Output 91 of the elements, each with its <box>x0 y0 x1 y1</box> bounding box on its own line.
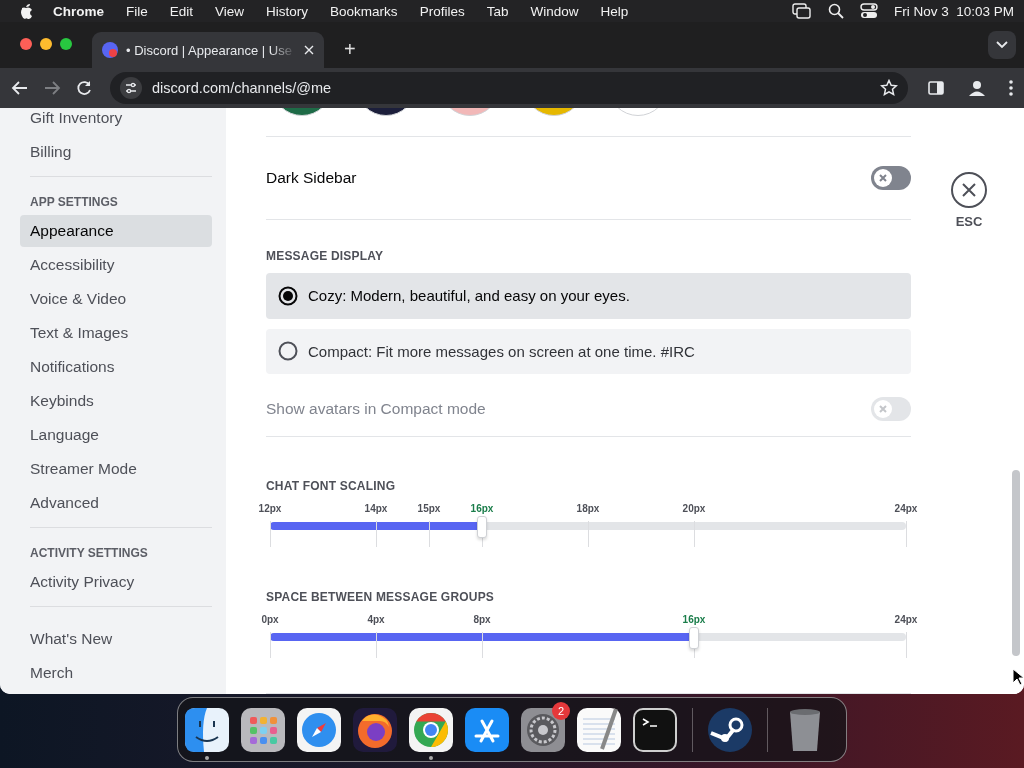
new-tab-button[interactable]: + <box>340 38 360 61</box>
terminal-icon[interactable] <box>632 706 678 753</box>
menu-item[interactable]: View <box>215 3 245 19</box>
menu-item[interactable]: History <box>266 3 309 19</box>
slider-handle[interactable] <box>689 626 699 649</box>
section-header: SPACE BETWEEN MESSAGE GROUPS <box>266 589 496 604</box>
star-icon[interactable] <box>880 79 898 97</box>
tick-label: 15px <box>417 502 441 514</box>
setting-label: Dark Sidebar <box>266 169 357 188</box>
sidebar-item[interactable]: Merch <box>20 657 212 689</box>
sidebar-item[interactable]: Accessibility <box>20 249 212 281</box>
zoom-button[interactable] <box>60 38 72 50</box>
site-settings-icon[interactable] <box>120 77 142 99</box>
slider-handle[interactable] <box>476 515 487 538</box>
sidebar-item[interactable]: Notifications <box>20 351 212 383</box>
tick-label: 14px <box>364 502 388 514</box>
notification-badge: 2 <box>552 701 570 720</box>
tick-label: 20px <box>682 502 706 514</box>
app-store-icon[interactable] <box>464 706 510 753</box>
section-header: APP SETTINGS <box>29 194 119 211</box>
tick-label: 16px <box>470 502 494 514</box>
slider-track[interactable] <box>270 521 906 530</box>
section-header: CHAT FONT SCALING <box>266 478 397 493</box>
tick-label: 24px <box>894 502 918 514</box>
sidebar-item[interactable]: Gift Inventory <box>20 108 212 134</box>
sidebar-item[interactable]: Voice & Video <box>20 283 212 315</box>
menu-item[interactable]: Bookmarks <box>330 3 398 19</box>
menu-item[interactable]: Edit <box>169 3 194 19</box>
sidebar-item[interactable]: Advanced <box>20 487 212 519</box>
section-header: MESSAGE DISPLAY <box>266 249 385 264</box>
compass-icon[interactable] <box>296 706 342 753</box>
close-icon[interactable] <box>304 45 314 55</box>
menu-clock[interactable]: Fri Nov 3 10:03 PM <box>893 3 1014 19</box>
radio-icon <box>278 341 298 362</box>
close-button[interactable] <box>951 172 987 208</box>
esc-label: ESC <box>955 214 983 229</box>
browser-tab[interactable]: • Discord | Appearance | Use <box>92 32 324 68</box>
menu-item[interactable]: Tab <box>486 3 509 19</box>
minimize-button[interactable] <box>40 38 52 50</box>
sidebar-item[interactable]: Appearance <box>20 215 212 247</box>
more-icon[interactable] <box>1008 79 1014 97</box>
chevron-down-icon <box>996 41 1008 49</box>
setting-label: Show avatars in Compact mode <box>266 400 486 419</box>
fox-globe-icon[interactable] <box>352 706 398 753</box>
sidebar-item[interactable]: Language <box>20 419 212 451</box>
steam-icon[interactable] <box>707 706 753 753</box>
sidebar-item[interactable]: Text & Images <box>20 317 212 349</box>
notepad-pen-icon[interactable] <box>576 706 622 753</box>
screen-mirroring-icon[interactable] <box>791 3 812 19</box>
section-header: ACTIVITY SETTINGS <box>29 545 149 562</box>
scrollbar[interactable] <box>1012 470 1020 656</box>
close-window-button[interactable] <box>20 38 32 50</box>
address-bar[interactable]: discord.com/channels/@me <box>110 72 908 104</box>
menu-item[interactable]: Help <box>600 3 629 19</box>
apple-icon[interactable] <box>19 3 33 19</box>
reload-icon[interactable] <box>74 78 94 98</box>
sidebar-item[interactable]: Streamer Mode <box>20 453 212 485</box>
tick-label: 0px <box>261 613 279 625</box>
close-icon <box>962 183 976 197</box>
app-grid-icon[interactable] <box>240 706 286 753</box>
sidebar-item[interactable]: Keybinds <box>20 385 212 417</box>
tick-label: 12px <box>258 502 282 514</box>
slider-track[interactable] <box>270 632 906 641</box>
tick-label: 8px <box>473 613 491 625</box>
radio-option[interactable]: Cozy: Modern, beautiful, and easy on your eyes. <box>266 273 911 319</box>
cross-icon <box>878 173 888 184</box>
control-center-icon[interactable] <box>859 3 878 19</box>
menu-item[interactable]: Window <box>530 3 579 19</box>
sidebar-item[interactable]: What's New <box>20 623 212 655</box>
finder-icon[interactable] <box>184 706 230 753</box>
tick-label: 16px <box>682 613 706 625</box>
tick-label: 24px <box>894 613 918 625</box>
toggle-switch[interactable] <box>871 166 911 191</box>
url-text: discord.com/channels/@me <box>152 80 333 96</box>
radio-icon <box>278 286 298 306</box>
search-icon[interactable] <box>827 3 844 19</box>
gear-icon[interactable] <box>520 706 566 753</box>
menu-item[interactable]: Profiles <box>419 3 465 19</box>
tab-search-button[interactable] <box>988 31 1016 59</box>
radio-option[interactable]: Compact: Fit more messages on screen at one time. #IRC <box>266 328 911 374</box>
side-panel-icon[interactable] <box>928 80 944 96</box>
discord-favicon-icon <box>102 42 118 58</box>
tab-title: • Discord | Appearance | Use <box>126 42 293 58</box>
menu-item[interactable]: File <box>126 3 148 19</box>
tick-label: 4px <box>367 613 385 625</box>
sidebar-item[interactable]: Activity Privacy <box>20 566 212 598</box>
cross-icon <box>878 404 888 415</box>
chrome-icon[interactable] <box>408 706 454 753</box>
tick-label: 18px <box>576 502 600 514</box>
sidebar-item[interactable]: Billing <box>20 136 212 168</box>
menu-app-name[interactable]: Chrome <box>53 3 104 19</box>
